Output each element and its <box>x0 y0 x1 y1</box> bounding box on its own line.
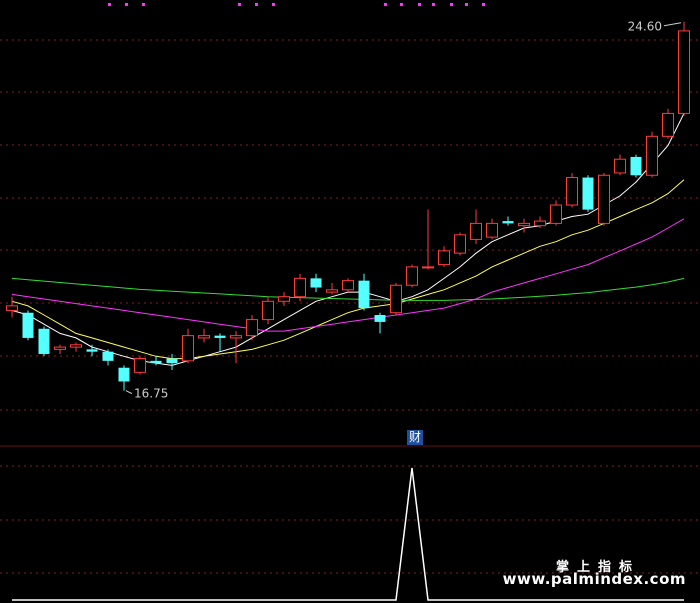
ma-line-ma5 <box>11 113 685 366</box>
low-arrow <box>125 390 133 395</box>
candle-body <box>86 349 98 352</box>
candle-body <box>38 328 50 354</box>
candle-body <box>22 312 34 338</box>
candle-body <box>342 280 354 291</box>
candle-body <box>278 296 290 302</box>
top-marker <box>255 3 258 6</box>
candle-body <box>422 266 434 269</box>
top-marker <box>482 3 485 6</box>
high-arrow <box>663 22 682 27</box>
candle-body <box>198 335 210 339</box>
candle-body <box>406 266 418 286</box>
candle-body <box>486 222 498 238</box>
candle-body <box>454 234 466 254</box>
candle-body <box>566 177 578 206</box>
candle-body <box>550 204 562 224</box>
top-marker <box>108 3 111 6</box>
candle-body <box>118 367 130 382</box>
top-marker <box>384 3 387 6</box>
candle-body <box>294 277 306 298</box>
top-marker <box>400 3 403 6</box>
candle-body <box>102 351 114 361</box>
candle-body <box>598 174 610 224</box>
top-marker <box>465 3 468 6</box>
candlestick-chart: 24.60 16.75 <box>0 3 700 601</box>
top-marker <box>125 3 128 6</box>
candle-body <box>502 221 514 224</box>
candle-body <box>214 335 226 338</box>
candle-body <box>326 289 338 293</box>
candle-body <box>230 335 242 339</box>
top-marker <box>238 3 241 6</box>
candle-body <box>6 305 18 311</box>
low-label: 16.75 <box>134 387 168 401</box>
indicator-label: 财 <box>407 430 424 445</box>
candle-body <box>310 278 322 288</box>
candle-body <box>534 220 546 227</box>
candle-body <box>646 135 658 176</box>
candle-body <box>518 222 530 227</box>
watermark-url: www.palmindex.com <box>502 570 686 588</box>
ma-line-ma20 <box>11 218 685 332</box>
candle-body <box>678 30 690 114</box>
candle-body <box>614 158 626 174</box>
candle-body <box>630 156 642 176</box>
candle-body <box>262 300 274 321</box>
candle-body <box>150 360 162 364</box>
candle-body <box>470 222 482 240</box>
top-marker <box>418 3 421 6</box>
high-label: 24.60 <box>628 20 662 34</box>
candle-body <box>438 250 450 266</box>
candle-body <box>70 344 82 348</box>
candle-body <box>374 315 386 322</box>
top-marker <box>272 3 275 6</box>
candle-body <box>390 284 402 314</box>
candle-body <box>166 358 178 364</box>
candle-body <box>582 177 594 210</box>
candle-body <box>246 319 258 337</box>
top-marker <box>142 3 145 6</box>
candle-body <box>54 346 66 350</box>
chart-stage: 24.60 16.75 财 掌上指标 www.palmindex.com <box>0 0 700 603</box>
candle-body <box>182 335 194 362</box>
top-marker <box>450 3 453 6</box>
candle-body <box>358 280 370 309</box>
top-marker <box>432 3 435 6</box>
candle-body <box>662 112 674 137</box>
candle-body <box>134 358 146 373</box>
